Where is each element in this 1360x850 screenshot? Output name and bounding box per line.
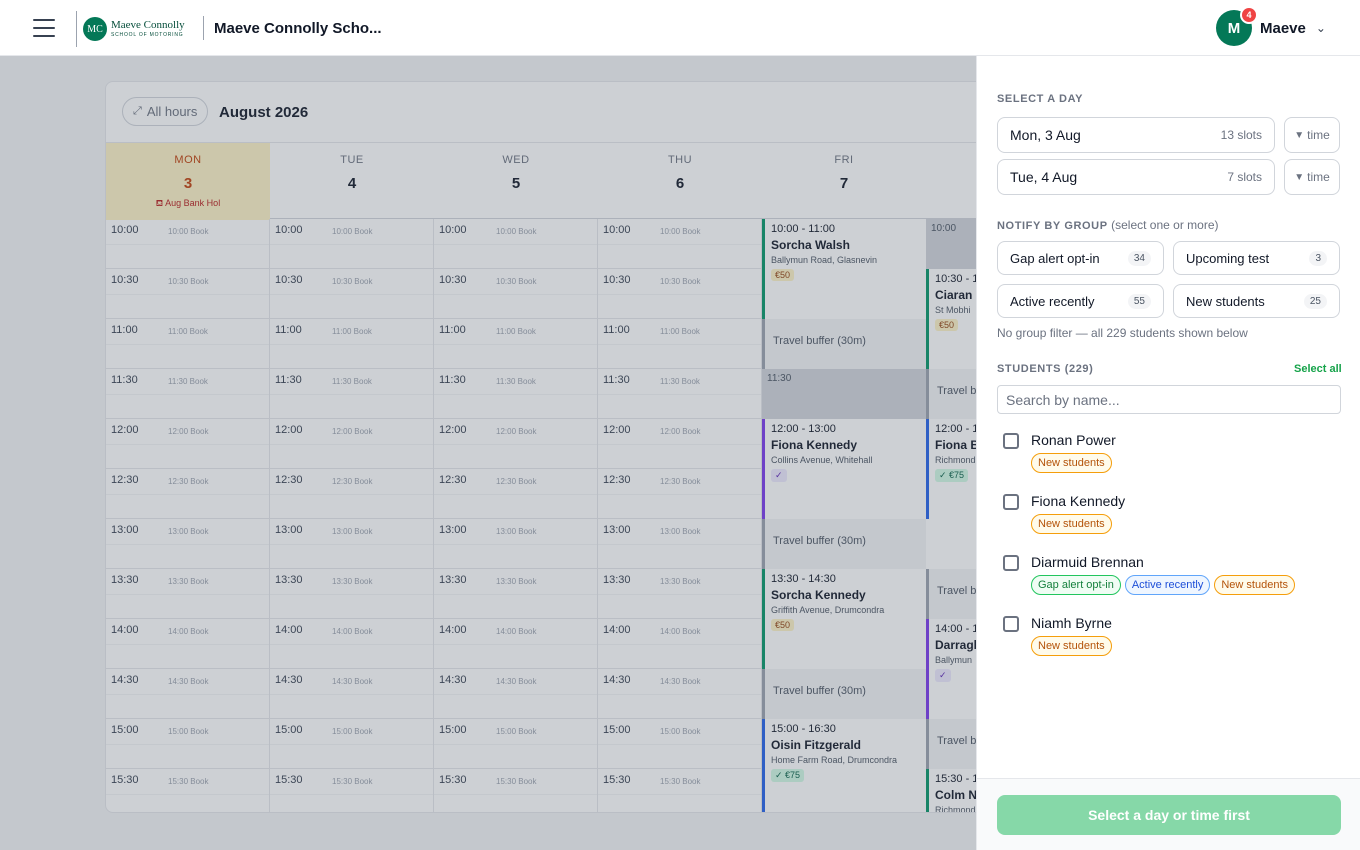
student-tags: Gap alert opt-in Active recently New stude…	[1031, 575, 1296, 595]
student-tags: New students	[1031, 453, 1112, 473]
student-name: Diarmuid Brennan	[1031, 554, 1144, 570]
student-checkbox[interactable]	[1003, 433, 1019, 449]
group-count: 25	[1303, 293, 1327, 309]
student-tag: New students	[1031, 514, 1112, 534]
student-name: Niamh Byrne	[1031, 615, 1112, 631]
students-label: STUDENTS (229)	[997, 363, 1094, 375]
day-option-slots: 13 slots	[1220, 128, 1262, 142]
student-tag: Gap alert opt-in	[1031, 575, 1121, 595]
time-button-label: time	[1307, 128, 1330, 142]
group-label: Upcoming test	[1186, 250, 1270, 266]
filter-icon: ▼	[1294, 171, 1305, 183]
user-menu[interactable]: M 4 Maeve ⌄	[1216, 6, 1326, 46]
group-count: 3	[1309, 250, 1327, 266]
student-name: Ronan Power	[1031, 432, 1116, 448]
modal-backdrop[interactable]	[0, 56, 976, 850]
avatar[interactable]: M 4	[1216, 6, 1258, 46]
student-name: Fiona Kennedy	[1031, 493, 1126, 509]
group-upcoming-test[interactable]: Upcoming test 3	[1173, 241, 1340, 275]
group-new-students[interactable]: New students 25	[1173, 284, 1340, 318]
logo-text: Maeve Connolly SCHOOL OF MOTORING	[111, 20, 185, 38]
student-tag: New students	[1214, 575, 1296, 595]
student-tags: New students	[1031, 514, 1112, 534]
time-filter-button[interactable]: ▼ time	[1284, 159, 1340, 195]
logo-mark: MC	[83, 17, 107, 41]
student-checkbox[interactable]	[1003, 494, 1019, 510]
student-tags: New students	[1031, 636, 1112, 656]
student-tag: New students	[1031, 636, 1112, 656]
group-label: New students	[1186, 293, 1265, 309]
student-tag: New students	[1031, 453, 1112, 473]
notify-group-title: NOTIFY BY GROUP	[997, 220, 1108, 232]
logo-name: Maeve Connolly	[111, 19, 185, 31]
notify-group-label: NOTIFY BY GROUP (select one or more)	[997, 218, 1219, 232]
logo-divider	[203, 16, 204, 40]
student-tag: Active recently	[1124, 575, 1211, 595]
submit-button[interactable]: Select a day or time first	[997, 795, 1341, 835]
school-logo[interactable]: MC Maeve Connolly SCHOOL OF MOTORING	[76, 11, 196, 47]
filter-note: No group filter — all 229 students shown…	[997, 326, 1248, 340]
group-gap-alert[interactable]: Gap alert opt-in 34	[997, 241, 1164, 275]
avatar-initial: M	[1227, 19, 1241, 37]
day-option-label: Tue, 4 Aug	[1010, 169, 1078, 185]
group-active-recently[interactable]: Active recently 55	[997, 284, 1164, 318]
school-name: Maeve Connolly Scho...	[214, 20, 382, 37]
day-option-tue[interactable]: Tue, 4 Aug 7 slots	[997, 159, 1275, 195]
notification-badge: 4	[1240, 6, 1258, 24]
logo-tagline: SCHOOL OF MOTORING	[111, 32, 184, 38]
select-day-label: SELECT A DAY	[997, 93, 1084, 105]
group-count: 55	[1127, 293, 1151, 309]
select-all-link[interactable]: Select all	[1294, 363, 1342, 375]
day-option-label: Mon, 3 Aug	[1010, 127, 1081, 143]
time-filter-button[interactable]: ▼ time	[1284, 117, 1340, 153]
top-bar: MC Maeve Connolly SCHOOL OF MOTORING Mae…	[0, 0, 1360, 56]
student-checkbox[interactable]	[1003, 555, 1019, 571]
notify-group-sub: (select one or more)	[1111, 218, 1219, 232]
day-option-slots: 7 slots	[1227, 170, 1262, 184]
chevron-down-icon[interactable]: ⌄	[1316, 21, 1326, 35]
search-input[interactable]	[997, 385, 1341, 414]
notify-panel: SELECT A DAY Mon, 3 Aug 13 slots ▼ time …	[976, 56, 1360, 850]
group-count: 34	[1127, 250, 1151, 266]
menu-icon[interactable]	[33, 19, 55, 37]
student-checkbox[interactable]	[1003, 616, 1019, 632]
filter-icon: ▼	[1294, 129, 1305, 141]
day-option-mon[interactable]: Mon, 3 Aug 13 slots	[997, 117, 1275, 153]
group-label: Gap alert opt-in	[1010, 250, 1100, 266]
panel-footer: Select a day or time first	[977, 778, 1360, 850]
time-button-label: time	[1307, 170, 1330, 184]
student-list: Ronan Power New students Fiona Kennedy New …	[997, 428, 1341, 678]
user-name: Maeve	[1260, 19, 1306, 37]
group-label: Active recently	[1010, 293, 1095, 309]
